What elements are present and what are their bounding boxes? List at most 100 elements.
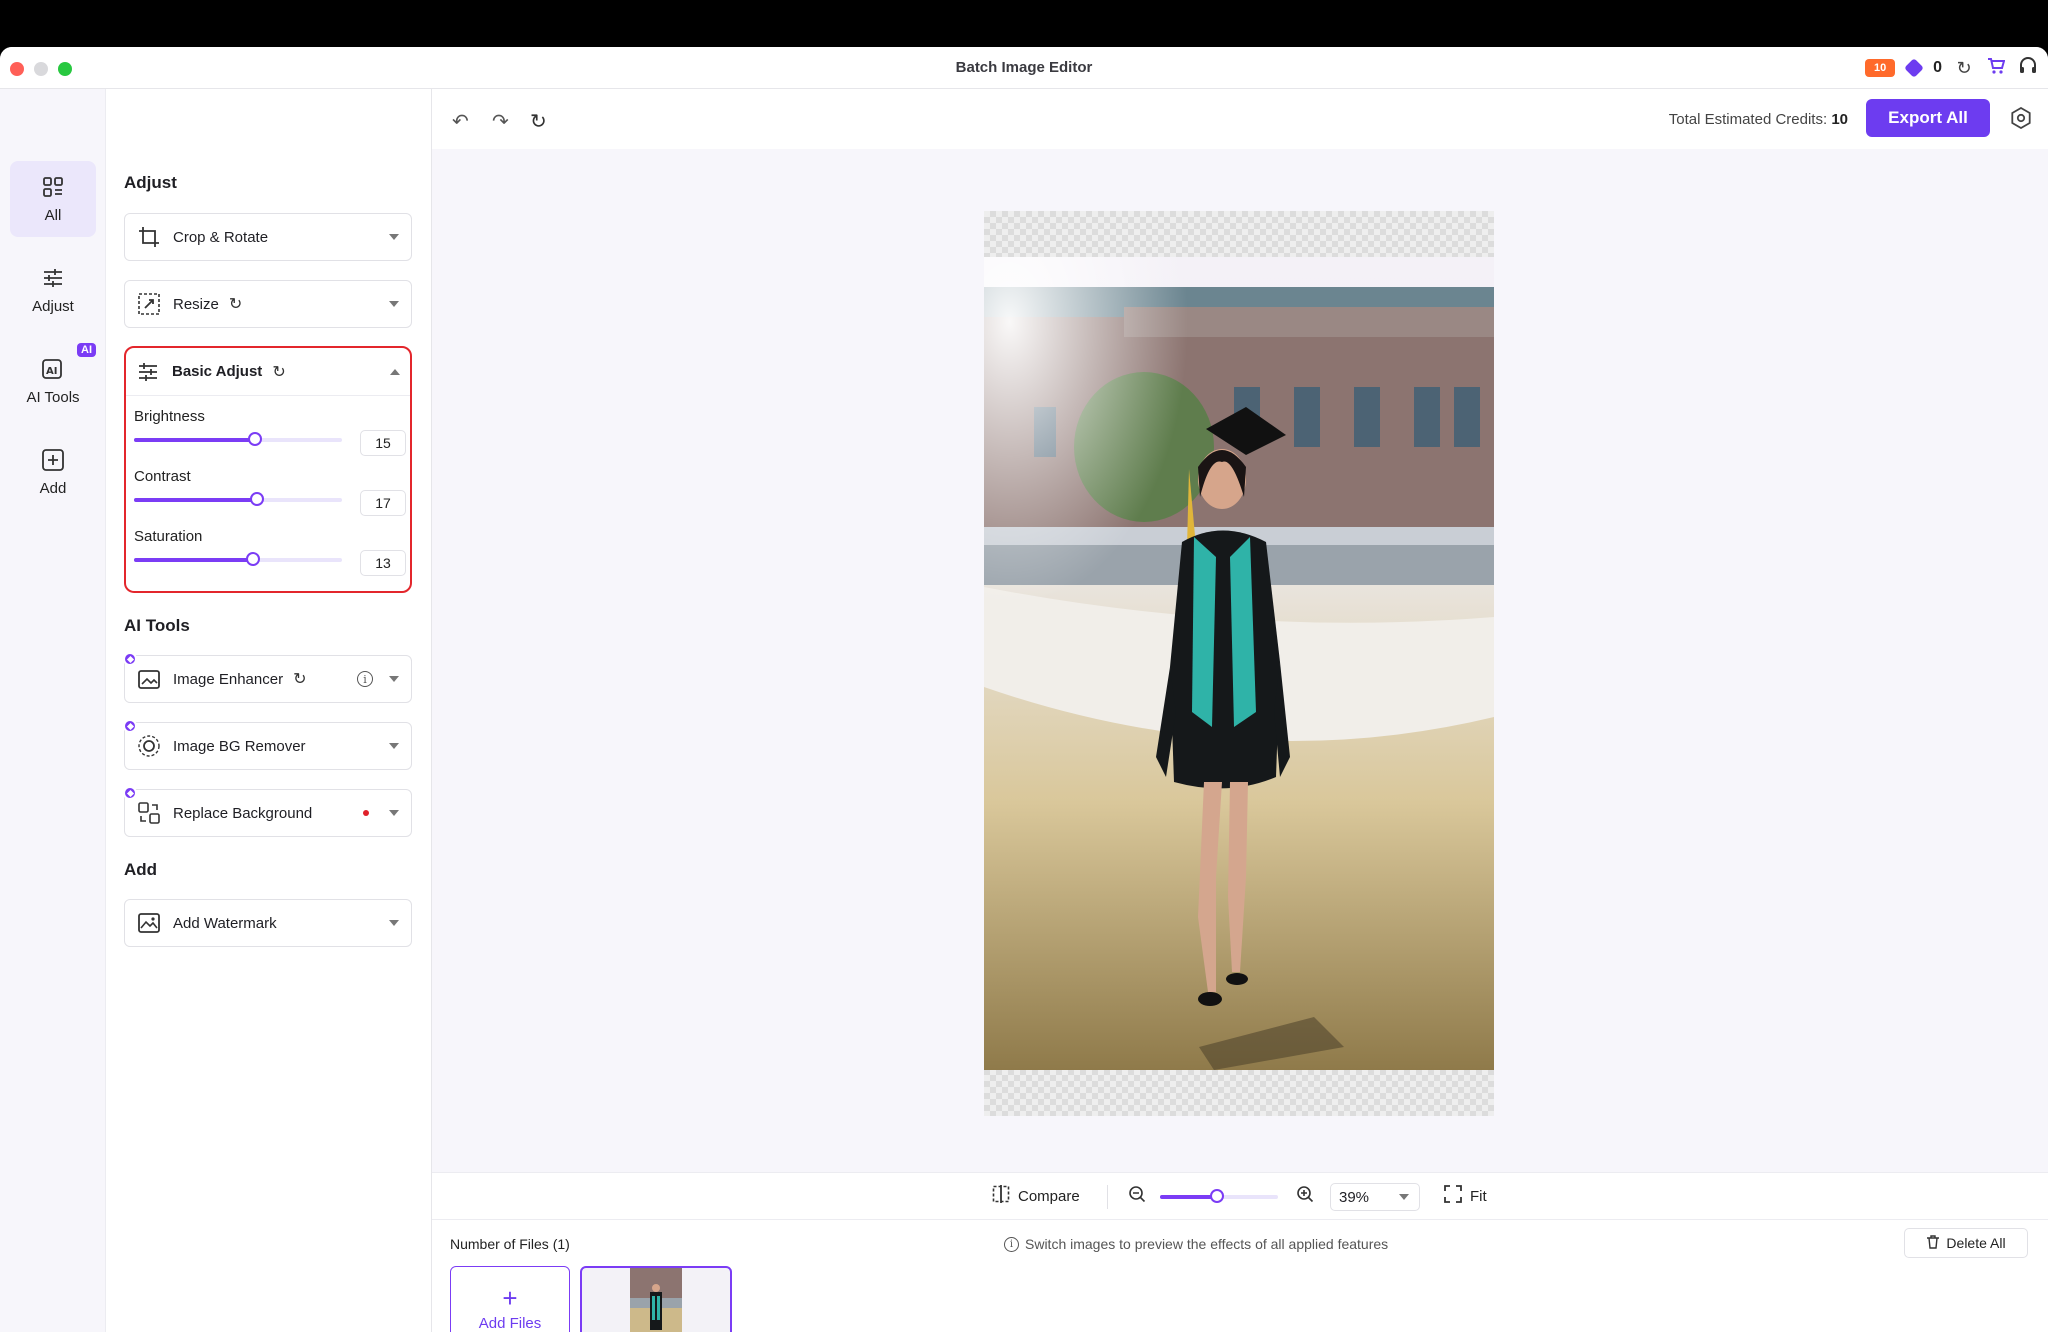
rail-label: Add [39,479,67,497]
files-strip: Number of Files (1) i Switch images to p… [432,1220,2048,1332]
rail-item-all[interactable]: All [10,161,96,237]
chevron-down-icon [389,920,399,926]
add-square-icon [41,448,65,472]
contrast-slider[interactable] [134,492,342,506]
redo-icon[interactable]: ↷ [492,109,509,134]
svg-text:AI: AI [46,366,57,377]
reset-icon[interactable]: ↻ [229,294,242,314]
rail-label: AI Tools [26,388,80,406]
chevron-down-icon [389,810,399,816]
ai-badge: AI [77,343,96,357]
slider-handle[interactable] [245,552,260,566]
saturation-slider-block: Saturation 13 [132,528,406,584]
chevron-down-icon [389,676,399,682]
coupon-icon[interactable]: 10 [1865,59,1896,77]
slider-label: Brightness [134,408,205,425]
replace-bg-icon [137,801,161,825]
info-icon: i [1004,1236,1019,1252]
basic-adjust-header[interactable]: Basic Adjust ↻ [126,348,410,396]
main-area: ↶ ↷ ↻ Total Estimated Credits: 10 Export… [432,89,2048,1332]
chevron-down-icon [389,743,399,749]
saturation-value-input[interactable]: 13 [360,550,406,576]
preview-image [984,257,1494,1070]
chevron-down-icon [1399,1194,1409,1200]
rail-item-add[interactable]: Add [10,434,96,510]
add-files-label: Add Files [478,1314,542,1332]
rail-label: All [44,206,62,224]
zoom-slider[interactable] [1160,1189,1278,1203]
watermark-icon [137,911,161,935]
ai-credit-icon [123,719,137,733]
gear-icon[interactable] [2010,106,2032,130]
accordion-label: Image Enhancer [173,670,284,688]
basic-adjust-accordion: Basic Adjust ↻ Brightness 15 Contrast 17 [124,346,412,593]
cart-icon[interactable] [1986,57,2006,80]
rail-item-adjust[interactable]: Adjust [10,252,96,328]
file-thumbnail[interactable] [580,1266,732,1332]
files-hint: i Switch images to preview the effects o… [1004,1236,1388,1252]
ai-credit-icon [123,652,137,666]
slider-handle[interactable] [249,492,264,506]
compare-label: Compare [1018,1187,1080,1205]
files-count: Number of Files (1) [450,1236,570,1252]
brightness-slider-block: Brightness 15 [132,408,406,464]
undo-icon[interactable]: ↶ [452,109,469,134]
image-bg-remover-accordion[interactable]: Image BG Remover [123,719,412,770]
export-all-button[interactable]: Export All [1866,99,1990,137]
support-headset-icon[interactable] [2018,56,2038,81]
add-watermark-accordion[interactable]: Add Watermark [124,899,412,947]
fit-label: Fit [1470,1187,1487,1205]
compare-button[interactable]: Compare [992,1185,1080,1207]
brightness-value-input[interactable]: 15 [360,430,406,456]
section-title-adjust: Adjust [124,173,177,192]
zoom-in-icon[interactable] [1296,1185,1314,1203]
zoom-out-icon[interactable] [1128,1185,1146,1203]
chevron-down-icon [389,301,399,307]
image-enhancer-accordion[interactable]: Image Enhancer ↻ i [123,652,412,703]
section-title-add: Add [124,860,158,879]
slider-label: Saturation [134,528,203,545]
delete-label: Delete All [1946,1235,2006,1251]
bg-remover-icon [137,734,161,758]
info-icon[interactable]: i [357,671,373,687]
saturation-slider[interactable] [134,552,342,566]
replace-background-accordion[interactable]: Replace Background [123,786,412,837]
credits-value: 10 [1831,111,1848,128]
accordion-label: Image BG Remover [173,737,306,755]
reset-icon[interactable]: ↻ [293,669,306,689]
rail-item-ai-tools[interactable]: AI AI AI Tools [10,343,96,419]
editor-toolbar: ↶ ↷ ↻ Total Estimated Credits: 10 Export… [432,89,2048,149]
refresh-icon[interactable]: ↻ [530,109,547,134]
titlebar-actions: 10 0 ↻ [1865,55,2038,81]
contrast-slider-block: Contrast 17 [132,468,406,524]
slider-handle[interactable] [1210,1189,1224,1203]
brightness-slider[interactable] [134,432,342,446]
accordion-label: Add Watermark [173,914,277,932]
reset-icon[interactable]: ↻ [272,362,285,382]
thumbnail-image [630,1268,682,1332]
section-title-ai-tools: AI Tools [124,616,190,635]
crop-rotate-accordion[interactable]: Crop & Rotate [124,213,412,261]
rail-label: Adjust [32,297,74,315]
zoom-bar: Compare 39% Fit [432,1172,2048,1220]
sliders-icon [136,360,160,384]
accordion-label: Resize [173,295,219,313]
refresh-credits-icon[interactable]: ↻ [1954,58,1974,79]
add-files-button[interactable]: + Add Files [450,1266,570,1332]
accordion-label: Basic Adjust [172,363,263,380]
fit-screen-icon [1444,1185,1462,1207]
resize-accordion[interactable]: Resize ↻ [124,280,412,328]
fit-button[interactable]: Fit [1444,1185,1487,1207]
slider-label: Contrast [134,468,191,485]
window-title: Batch Image Editor [955,59,1093,76]
app-window: Batch Image Editor 10 0 ↻ All Adjust AI … [0,47,2048,1332]
zoom-select[interactable]: 39% [1330,1183,1420,1211]
estimated-credits: Total Estimated Credits: 10 [1669,111,1848,128]
compare-icon [992,1185,1010,1207]
chevron-down-icon [389,234,399,240]
delete-all-button[interactable]: Delete All [1904,1228,2028,1258]
zoom-value: 39% [1339,1188,1370,1206]
slider-handle[interactable] [247,432,262,446]
accordion-label: Replace Background [173,804,313,822]
contrast-value-input[interactable]: 17 [360,490,406,516]
